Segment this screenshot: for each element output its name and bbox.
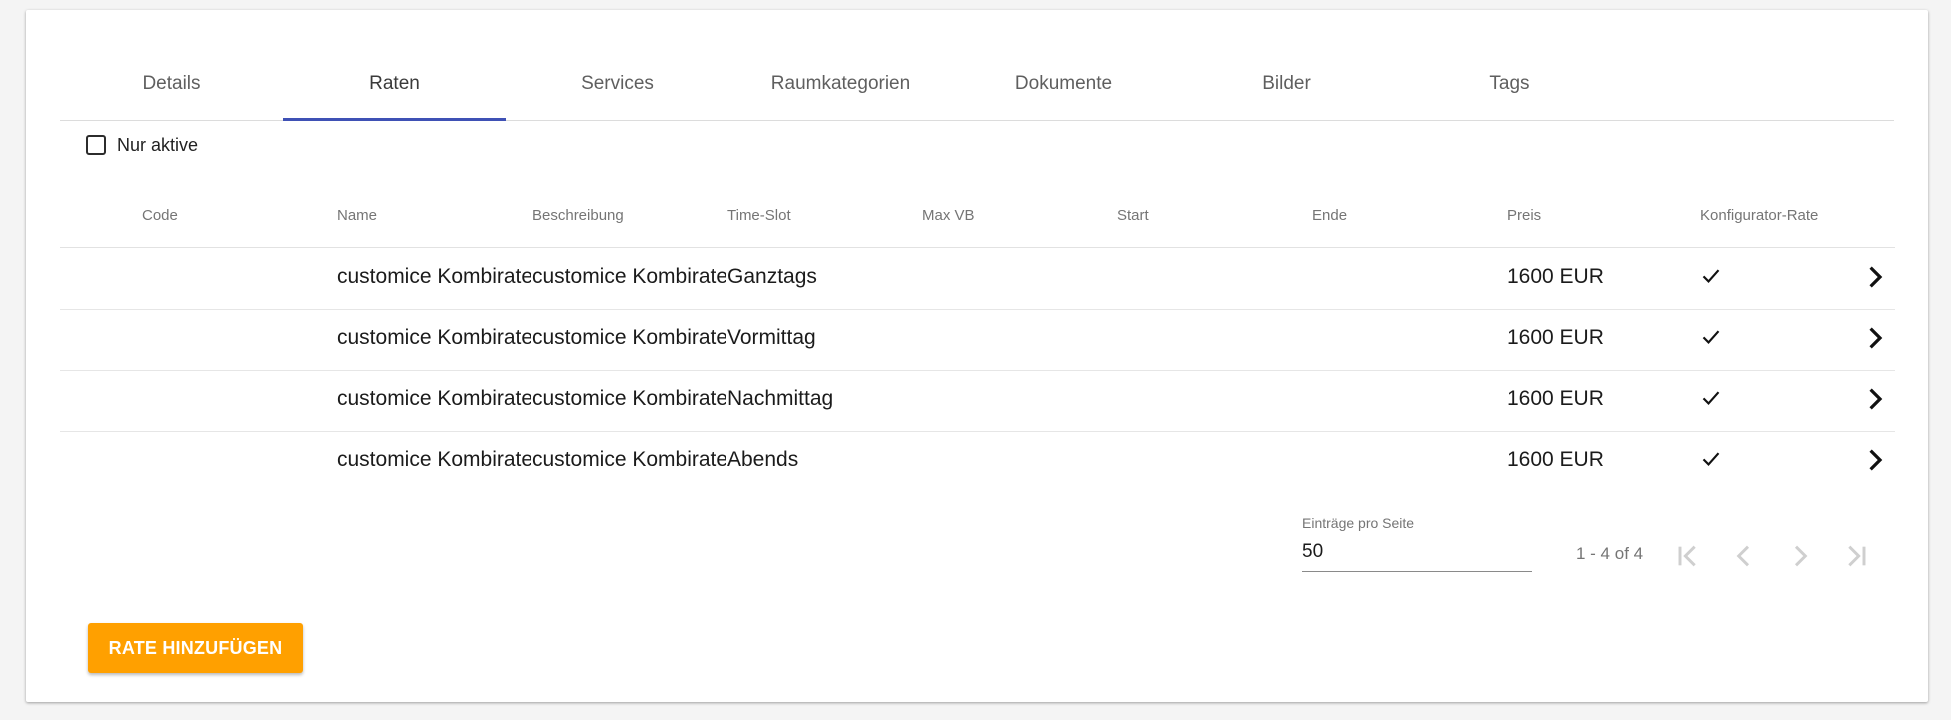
column-header-preis[interactable]: Preis <box>1507 195 1541 237</box>
tab-dokumente[interactable]: Dokumente <box>952 48 1175 119</box>
tab-bilder[interactable]: Bilder <box>1175 48 1398 119</box>
cell-start <box>1117 370 1307 428</box>
cell-ende <box>1312 431 1502 489</box>
previous-page-icon[interactable] <box>1728 540 1760 572</box>
chevron-right-icon[interactable] <box>1860 262 1890 292</box>
check-icon <box>1702 452 1720 466</box>
page-size-value: 50 <box>1302 541 1324 562</box>
page-size-label: Einträge pro Seite <box>1302 515 1415 531</box>
page-size-select[interactable]: 50 <box>1302 537 1532 572</box>
column-header-name[interactable]: Name <box>337 195 377 237</box>
column-header-code[interactable]: Code <box>142 195 178 237</box>
cell-name: customice Kombirate <box>337 326 531 349</box>
next-page-icon[interactable] <box>1784 540 1816 572</box>
cell-time-slot: Abends <box>727 448 799 471</box>
tab-details[interactable]: Details <box>60 48 283 119</box>
tab-bar: Details Raten Services Raumkategorien Do… <box>60 48 1894 121</box>
first-page-icon[interactable] <box>1672 540 1704 572</box>
table-row[interactable]: customice Kombirate customice Kombirate … <box>60 248 1895 310</box>
column-header-start[interactable]: Start <box>1117 195 1149 237</box>
cell-start <box>1117 309 1307 367</box>
cell-preis: 1600 EUR <box>1507 387 1604 410</box>
cell-max-vb <box>922 309 1112 367</box>
cell-max-vb <box>922 248 1112 306</box>
cell-max-vb <box>922 431 1112 489</box>
table-row[interactable]: customice Kombirate customice Kombirate … <box>60 370 1895 432</box>
tab-services[interactable]: Services <box>506 48 729 119</box>
add-rate-button[interactable]: RATE HINZUFÜGEN <box>88 623 303 673</box>
check-icon <box>1702 269 1720 283</box>
cell-name: customice Kombirate <box>337 387 531 410</box>
column-header-max-vb[interactable]: Max VB <box>922 195 975 237</box>
table-header: Code Name Beschreibung Time-Slot Max VB … <box>60 195 1895 248</box>
column-header-time-slot[interactable]: Time-Slot <box>727 195 791 237</box>
only-active-checkbox[interactable] <box>86 135 106 155</box>
rates-card: Details Raten Services Raumkategorien Do… <box>26 10 1928 702</box>
column-header-beschreibung[interactable]: Beschreibung <box>532 195 624 237</box>
tab-tags[interactable]: Tags <box>1398 48 1621 119</box>
column-header-ende[interactable]: Ende <box>1312 195 1347 237</box>
only-active-filter: Nur aktive <box>86 130 198 160</box>
chevron-right-icon[interactable] <box>1860 323 1890 353</box>
cell-preis: 1600 EUR <box>1507 265 1604 288</box>
cell-beschreibung: customice Kombirate <box>532 265 726 288</box>
cell-time-slot: Vormittag <box>727 326 816 349</box>
tab-raumkategorien[interactable]: Raumkategorien <box>729 48 952 119</box>
cell-code <box>142 370 332 428</box>
column-header-konfigurator-rate[interactable]: Konfigurator-Rate <box>1700 195 1818 237</box>
cell-ende <box>1312 248 1502 306</box>
chevron-right-icon[interactable] <box>1860 445 1890 475</box>
cell-ende <box>1312 309 1502 367</box>
cell-ende <box>1312 370 1502 428</box>
table-row[interactable]: customice Kombirate customice Kombirate … <box>60 431 1895 492</box>
cell-start <box>1117 431 1307 489</box>
cell-code <box>142 309 332 367</box>
cell-beschreibung: customice Kombirate <box>532 448 726 471</box>
cell-time-slot: Nachmittag <box>727 387 834 410</box>
cell-beschreibung: customice Kombirate <box>532 387 726 410</box>
cell-code <box>142 248 332 306</box>
only-active-label: Nur aktive <box>117 134 199 155</box>
cell-name: customice Kombirate <box>337 265 531 288</box>
active-tab-indicator <box>283 118 506 121</box>
cell-beschreibung: customice Kombirate <box>532 326 726 349</box>
check-icon <box>1702 391 1720 405</box>
tab-raten[interactable]: Raten <box>283 48 506 119</box>
chevron-right-icon[interactable] <box>1860 384 1890 414</box>
cell-preis: 1600 EUR <box>1507 326 1604 349</box>
cell-preis: 1600 EUR <box>1507 448 1604 471</box>
cell-max-vb <box>922 370 1112 428</box>
last-page-icon[interactable] <box>1840 540 1872 572</box>
check-icon <box>1702 330 1720 344</box>
cell-code <box>142 431 332 489</box>
table-row[interactable]: customice Kombirate customice Kombirate … <box>60 309 1895 371</box>
page-range-label: 1 - 4 of 4 <box>1576 544 1644 563</box>
cell-time-slot: Ganztags <box>727 265 817 288</box>
cell-name: customice Kombirate <box>337 448 531 471</box>
cell-start <box>1117 248 1307 306</box>
